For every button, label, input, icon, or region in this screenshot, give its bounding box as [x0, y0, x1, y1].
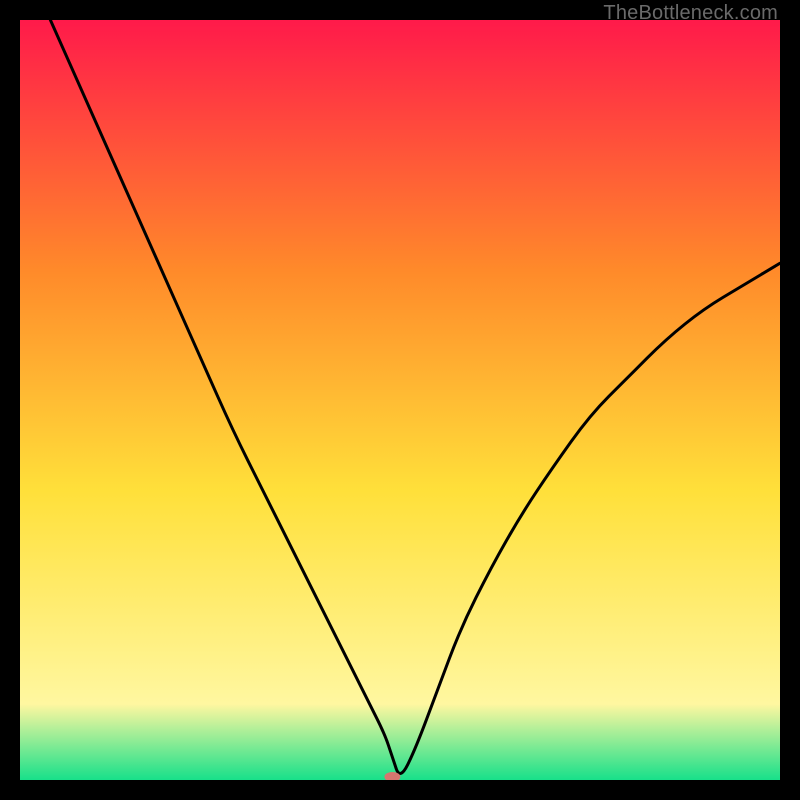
gradient-background: [20, 20, 780, 780]
chart-svg: [20, 20, 780, 780]
watermark-text: TheBottleneck.com: [603, 2, 778, 25]
chart-frame: [20, 20, 780, 780]
